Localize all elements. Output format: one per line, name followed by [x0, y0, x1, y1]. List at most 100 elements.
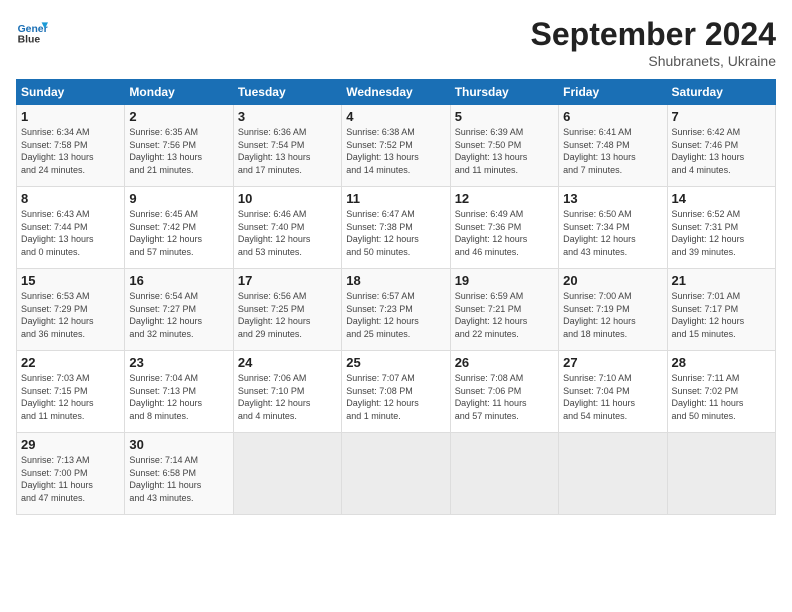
- day-info: Sunrise: 6:50 AM Sunset: 7:34 PM Dayligh…: [563, 208, 662, 258]
- day-number: 29: [21, 437, 120, 452]
- day-number: 24: [238, 355, 337, 370]
- day-number: 1: [21, 109, 120, 124]
- header: General Blue September 2024 Shubranets, …: [16, 16, 776, 69]
- calendar-cell: 13 Sunrise: 6:50 AM Sunset: 7:34 PM Dayli…: [559, 187, 667, 269]
- day-number: 6: [563, 109, 662, 124]
- day-info: Sunrise: 6:42 AM Sunset: 7:46 PM Dayligh…: [672, 126, 771, 176]
- day-info: Sunrise: 6:49 AM Sunset: 7:36 PM Dayligh…: [455, 208, 554, 258]
- day-number: 14: [672, 191, 771, 206]
- day-info: Sunrise: 6:46 AM Sunset: 7:40 PM Dayligh…: [238, 208, 337, 258]
- day-number: 27: [563, 355, 662, 370]
- day-info: Sunrise: 6:34 AM Sunset: 7:58 PM Dayligh…: [21, 126, 120, 176]
- day-number: 23: [129, 355, 228, 370]
- calendar-container: General Blue September 2024 Shubranets, …: [0, 0, 792, 523]
- day-info: Sunrise: 6:36 AM Sunset: 7:54 PM Dayligh…: [238, 126, 337, 176]
- day-info: Sunrise: 6:47 AM Sunset: 7:38 PM Dayligh…: [346, 208, 445, 258]
- day-info: Sunrise: 7:01 AM Sunset: 7:17 PM Dayligh…: [672, 290, 771, 340]
- day-number: 26: [455, 355, 554, 370]
- day-header-wednesday: Wednesday: [342, 80, 450, 105]
- day-info: Sunrise: 6:59 AM Sunset: 7:21 PM Dayligh…: [455, 290, 554, 340]
- day-number: 21: [672, 273, 771, 288]
- day-info: Sunrise: 7:04 AM Sunset: 7:13 PM Dayligh…: [129, 372, 228, 422]
- calendar-cell: 19 Sunrise: 6:59 AM Sunset: 7:21 PM Dayli…: [450, 269, 558, 351]
- week-row-5: 29 Sunrise: 7:13 AM Sunset: 7:00 PM Dayli…: [17, 433, 776, 515]
- calendar-cell: 16Sunrise: 6:54 AM Sunset: 7:27 PM Dayli…: [125, 269, 233, 351]
- day-info: Sunrise: 7:11 AM Sunset: 7:02 PM Dayligh…: [672, 372, 771, 422]
- calendar-cell: 25 Sunrise: 7:07 AM Sunset: 7:08 PM Dayli…: [342, 351, 450, 433]
- calendar-cell: 20Sunrise: 7:00 AM Sunset: 7:19 PM Dayli…: [559, 269, 667, 351]
- calendar-table: SundayMondayTuesdayWednesdayThursdayFrid…: [16, 79, 776, 515]
- logo-icon: General Blue: [16, 16, 48, 48]
- svg-text:Blue: Blue: [18, 34, 41, 45]
- day-number: 28: [672, 355, 771, 370]
- calendar-cell: 17Sunrise: 6:56 AM Sunset: 7:25 PM Dayli…: [233, 269, 341, 351]
- calendar-cell: 28 Sunrise: 7:11 AM Sunset: 7:02 PM Dayli…: [667, 351, 775, 433]
- day-number: 18: [346, 273, 445, 288]
- day-header-saturday: Saturday: [667, 80, 775, 105]
- day-info: Sunrise: 6:43 AM Sunset: 7:44 PM Dayligh…: [21, 208, 120, 258]
- day-number: 10: [238, 191, 337, 206]
- calendar-cell: 6Sunrise: 6:41 AM Sunset: 7:48 PM Daylig…: [559, 105, 667, 187]
- calendar-cell: [233, 433, 341, 515]
- days-header-row: SundayMondayTuesdayWednesdayThursdayFrid…: [17, 80, 776, 105]
- day-number: 11: [346, 191, 445, 206]
- week-row-4: 22 Sunrise: 7:03 AM Sunset: 7:15 PM Dayli…: [17, 351, 776, 433]
- day-info: Sunrise: 6:35 AM Sunset: 7:56 PM Dayligh…: [129, 126, 228, 176]
- day-number: 2: [129, 109, 228, 124]
- calendar-cell: 18 Sunrise: 6:57 AM Sunset: 7:23 PM Dayli…: [342, 269, 450, 351]
- calendar-cell: 5 Sunrise: 6:39 AM Sunset: 7:50 PM Daylig…: [450, 105, 558, 187]
- calendar-cell: [667, 433, 775, 515]
- day-number: 9: [129, 191, 228, 206]
- day-info: Sunrise: 6:52 AM Sunset: 7:31 PM Dayligh…: [672, 208, 771, 258]
- location-subtitle: Shubranets, Ukraine: [531, 53, 776, 69]
- day-number: 19: [455, 273, 554, 288]
- day-info: Sunrise: 6:53 AM Sunset: 7:29 PM Dayligh…: [21, 290, 120, 340]
- day-info: Sunrise: 7:13 AM Sunset: 7:00 PM Dayligh…: [21, 454, 120, 504]
- day-number: 13: [563, 191, 662, 206]
- week-row-1: 1 Sunrise: 6:34 AM Sunset: 7:58 PM Daylig…: [17, 105, 776, 187]
- calendar-cell: 29 Sunrise: 7:13 AM Sunset: 7:00 PM Dayli…: [17, 433, 125, 515]
- day-number: 3: [238, 109, 337, 124]
- day-header-friday: Friday: [559, 80, 667, 105]
- calendar-cell: 3 Sunrise: 6:36 AM Sunset: 7:54 PM Daylig…: [233, 105, 341, 187]
- day-info: Sunrise: 6:57 AM Sunset: 7:23 PM Dayligh…: [346, 290, 445, 340]
- month-title: September 2024: [531, 16, 776, 53]
- calendar-cell: 27 Sunrise: 7:10 AM Sunset: 7:04 PM Dayli…: [559, 351, 667, 433]
- calendar-cell: 26 Sunrise: 7:08 AM Sunset: 7:06 PM Dayli…: [450, 351, 558, 433]
- calendar-cell: [450, 433, 558, 515]
- logo: General Blue: [16, 16, 48, 48]
- day-info: Sunrise: 7:08 AM Sunset: 7:06 PM Dayligh…: [455, 372, 554, 422]
- day-header-thursday: Thursday: [450, 80, 558, 105]
- calendar-cell: 7Sunrise: 6:42 AM Sunset: 7:46 PM Daylig…: [667, 105, 775, 187]
- calendar-cell: 30Sunrise: 7:14 AM Sunset: 6:58 PM Dayli…: [125, 433, 233, 515]
- calendar-cell: 8 Sunrise: 6:43 AM Sunset: 7:44 PM Daylig…: [17, 187, 125, 269]
- calendar-cell: 24Sunrise: 7:06 AM Sunset: 7:10 PM Dayli…: [233, 351, 341, 433]
- day-info: Sunrise: 6:45 AM Sunset: 7:42 PM Dayligh…: [129, 208, 228, 258]
- day-number: 15: [21, 273, 120, 288]
- calendar-cell: 23 Sunrise: 7:04 AM Sunset: 7:13 PM Dayli…: [125, 351, 233, 433]
- day-info: Sunrise: 7:03 AM Sunset: 7:15 PM Dayligh…: [21, 372, 120, 422]
- calendar-cell: 11 Sunrise: 6:47 AM Sunset: 7:38 PM Dayli…: [342, 187, 450, 269]
- day-number: 22: [21, 355, 120, 370]
- week-row-2: 8 Sunrise: 6:43 AM Sunset: 7:44 PM Daylig…: [17, 187, 776, 269]
- calendar-cell: 10 Sunrise: 6:46 AM Sunset: 7:40 PM Dayli…: [233, 187, 341, 269]
- day-number: 25: [346, 355, 445, 370]
- calendar-cell: [559, 433, 667, 515]
- day-header-tuesday: Tuesday: [233, 80, 341, 105]
- day-number: 16: [129, 273, 228, 288]
- calendar-cell: 9 Sunrise: 6:45 AM Sunset: 7:42 PM Daylig…: [125, 187, 233, 269]
- day-number: 4: [346, 109, 445, 124]
- calendar-cell: 12Sunrise: 6:49 AM Sunset: 7:36 PM Dayli…: [450, 187, 558, 269]
- day-info: Sunrise: 7:07 AM Sunset: 7:08 PM Dayligh…: [346, 372, 445, 422]
- day-number: 5: [455, 109, 554, 124]
- calendar-cell: [342, 433, 450, 515]
- day-header-sunday: Sunday: [17, 80, 125, 105]
- title-block: September 2024 Shubranets, Ukraine: [531, 16, 776, 69]
- calendar-cell: 1 Sunrise: 6:34 AM Sunset: 7:58 PM Daylig…: [17, 105, 125, 187]
- day-number: 8: [21, 191, 120, 206]
- day-info: Sunrise: 6:39 AM Sunset: 7:50 PM Dayligh…: [455, 126, 554, 176]
- day-info: Sunrise: 6:56 AM Sunset: 7:25 PM Dayligh…: [238, 290, 337, 340]
- calendar-cell: 22 Sunrise: 7:03 AM Sunset: 7:15 PM Dayli…: [17, 351, 125, 433]
- day-info: Sunrise: 7:10 AM Sunset: 7:04 PM Dayligh…: [563, 372, 662, 422]
- calendar-cell: 4Sunrise: 6:38 AM Sunset: 7:52 PM Daylig…: [342, 105, 450, 187]
